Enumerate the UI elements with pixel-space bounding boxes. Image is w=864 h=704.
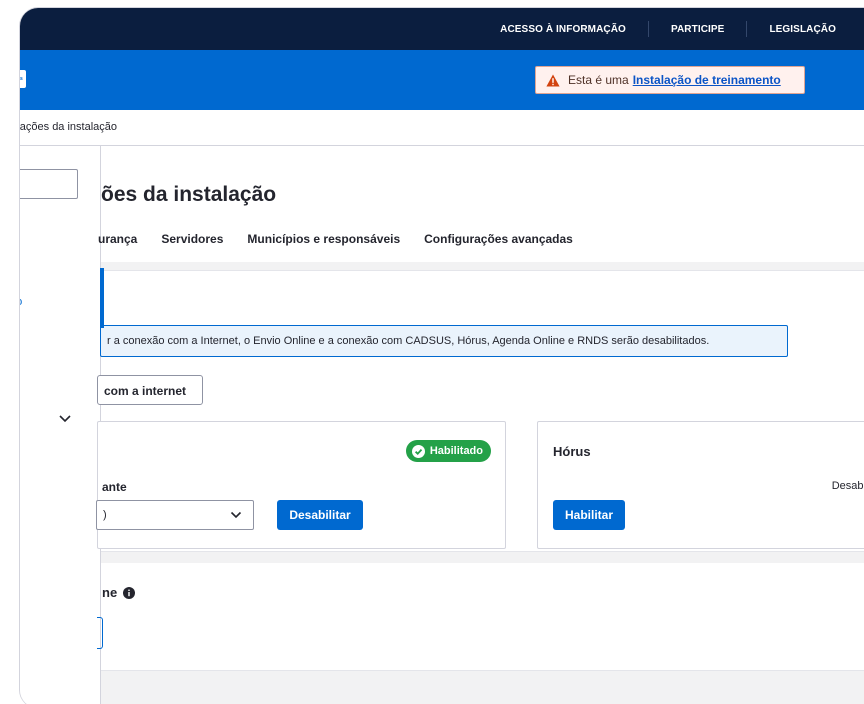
sidebar-item-active[interactable]: ão (20, 296, 22, 308)
internet-connection-button[interactable]: com a internet (97, 375, 203, 405)
tab-servidores[interactable]: Servidores (161, 232, 223, 246)
training-link[interactable]: Instalação de treinamento (633, 73, 781, 87)
sidebar: ão (20, 146, 104, 704)
app-window: ACESSO À INFORMAÇÃO PARTICIPE LEGISLAÇÃO… (20, 8, 864, 704)
status-badge-label: Habilitado (429, 445, 483, 457)
gov-top-bar: ACESSO À INFORMAÇÃO PARTICIPE LEGISLAÇÃO (20, 8, 864, 50)
select-toggle[interactable] (219, 501, 253, 529)
app-header: us Esta é uma Instalação de treinamento … (20, 50, 864, 110)
gov-link-legislacao[interactable]: LEGISLAÇÃO (747, 24, 858, 35)
main-content: ões da instalação urança Servidores Muni… (96, 146, 864, 704)
breadcrumb: urações da instalação (20, 110, 864, 146)
title-area: ões da instalação urança Servidores Muni… (98, 146, 864, 262)
enable-button[interactable]: Habilitar (553, 500, 625, 530)
warning-icon (546, 74, 560, 86)
select-value: ) (103, 509, 107, 521)
info-icon[interactable] (123, 586, 136, 599)
tabs: urança Servidores Municípios e responsáv… (98, 232, 597, 246)
service-panel-horus: Hórus Desabilita Habilitar (537, 421, 864, 549)
alert-text: Esta é uma (568, 73, 629, 87)
chevron-down-icon[interactable] (58, 414, 72, 424)
gov-link-participe[interactable]: PARTICIPE (649, 24, 747, 35)
service-panel-left: Habilitado ante ) Desabilitar (96, 421, 506, 549)
bottom-input-edge[interactable] (97, 617, 103, 649)
internet-settings-card: r a conexão com a Internet, o Envio Onli… (96, 270, 864, 552)
field-label: ante (102, 480, 127, 494)
tab-configuracoes-avancadas[interactable]: Configurações avançadas (424, 232, 573, 246)
logo-text: us (20, 76, 23, 82)
section-title-text: ne (102, 585, 118, 600)
page-title: ões da instalação (101, 183, 277, 206)
tab-municipios[interactable]: Municípios e responsáveis (247, 232, 400, 246)
panel-status: Desabilita (831, 480, 864, 492)
training-alert: Esta é uma Instalação de treinamento (535, 66, 805, 94)
breadcrumb-current: urações da instalação (20, 121, 118, 133)
active-indicator (100, 268, 104, 328)
disable-button[interactable]: Desabilitar (277, 500, 363, 530)
panel-title: Hórus (553, 444, 591, 459)
info-alert: r a conexão com a Internet, o Envio Onli… (100, 325, 788, 357)
sidebar-search-input[interactable] (20, 169, 78, 199)
tab-seguranca[interactable]: urança (98, 232, 137, 246)
agenda-online-card: ne (97, 563, 864, 671)
check-circle-icon (411, 444, 425, 458)
gov-link-acesso[interactable]: ACESSO À INFORMAÇÃO (478, 24, 648, 35)
status-badge: Habilitado (405, 440, 491, 462)
responsible-select[interactable]: ) (96, 500, 254, 530)
section-title: ne (102, 585, 136, 600)
chevron-down-icon (230, 511, 242, 519)
app-logo[interactable]: us (20, 70, 26, 88)
